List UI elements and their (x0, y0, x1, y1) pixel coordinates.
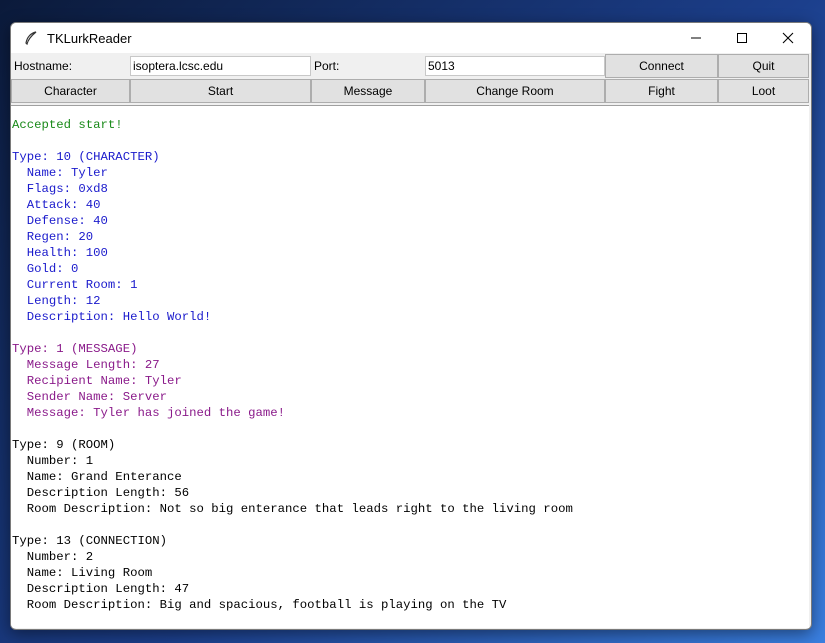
hostname-label: Hostname: (14, 59, 73, 73)
room-line: Name: Grand Enterance (12, 470, 182, 484)
action-bar: Character Start Message Change Room Figh… (11, 79, 811, 105)
port-input[interactable] (425, 56, 605, 76)
connection-bar: Hostname: Port: Connect Quit (11, 53, 811, 79)
minimize-button[interactable] (673, 23, 719, 53)
character-line: Gold: 0 (12, 262, 79, 276)
fight-button[interactable]: Fight (605, 79, 718, 103)
connection-line: Room Description: Big and spacious, foot… (12, 598, 507, 612)
character-line: Defense: 40 (12, 214, 108, 228)
message-button[interactable]: Message (311, 79, 425, 103)
character-line: Length: 12 (12, 294, 101, 308)
maximize-button[interactable] (719, 23, 765, 53)
window-title: TKLurkReader (47, 30, 132, 46)
port-label: Port: (314, 59, 340, 73)
start-button[interactable]: Start (130, 79, 311, 103)
change-room-button[interactable]: Change Room (425, 79, 605, 103)
character-line: Flags: 0xd8 (12, 182, 108, 196)
message-line: Recipient Name: Tyler (12, 374, 182, 388)
room-line: Number: 1 (12, 454, 94, 468)
feather-icon (23, 30, 39, 46)
room-line: Description Length: 56 (12, 486, 190, 500)
app-window: TKLurkReader Hostname: Port: Connect Qui… (10, 22, 812, 630)
output-log[interactable]: Accepted start! Type: 10 (CHARACTER) Nam… (11, 105, 809, 628)
quit-button[interactable]: Quit (718, 54, 809, 78)
character-line: Health: 100 (12, 246, 108, 260)
loot-button[interactable]: Loot (718, 79, 809, 103)
character-line: Attack: 40 (12, 198, 101, 212)
title-bar[interactable]: TKLurkReader (11, 23, 811, 53)
minimize-icon (691, 37, 701, 39)
accepted-line: Accepted start! (12, 118, 123, 132)
connection-line: Name: Living Room (12, 566, 153, 580)
character-line: Current Room: 1 (12, 278, 138, 292)
connection-line: Number: 2 (12, 550, 94, 564)
character-line: Description: Hello World! (12, 310, 212, 324)
maximize-icon (737, 33, 747, 43)
hostname-input[interactable] (130, 56, 311, 76)
close-icon (782, 32, 794, 44)
close-button[interactable] (765, 23, 811, 53)
connection-line: Type: 13 (CONNECTION) (12, 534, 167, 548)
connect-button[interactable]: Connect (605, 54, 718, 78)
character-line: Type: 10 (CHARACTER) (12, 150, 160, 164)
message-line: Message: Tyler has joined the game! (12, 406, 286, 420)
message-line: Type: 1 (MESSAGE) (12, 342, 138, 356)
room-line: Type: 9 (ROOM) (12, 438, 116, 452)
character-line: Name: Tyler (12, 166, 108, 180)
connection-line: Description Length: 47 (12, 582, 190, 596)
room-line: Room Description: Not so big enterance t… (12, 502, 573, 516)
character-button[interactable]: Character (11, 79, 130, 103)
message-line: Sender Name: Server (12, 390, 167, 404)
message-line: Message Length: 27 (12, 358, 160, 372)
character-line: Regen: 20 (12, 230, 94, 244)
